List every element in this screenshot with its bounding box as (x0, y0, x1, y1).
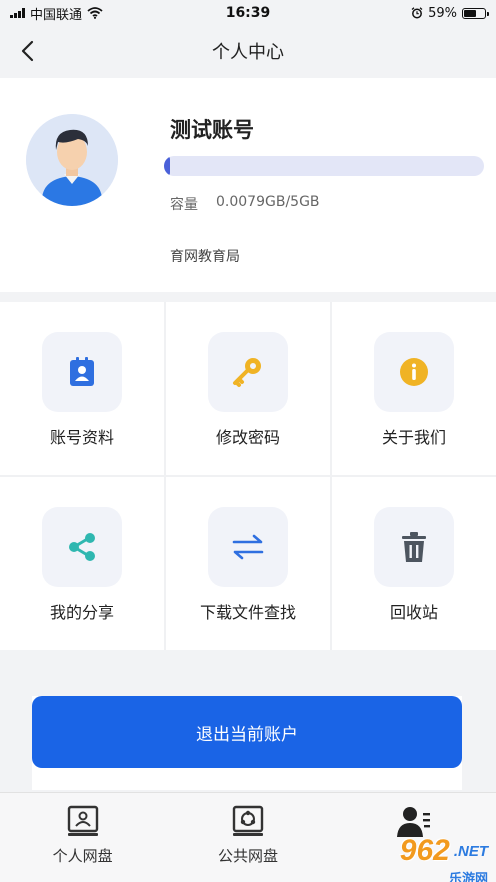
grid-item-label: 关于我们 (381, 428, 446, 447)
account-name: 测试账号 (170, 118, 254, 142)
logout-button[interactable]: 退出当前账户 (32, 696, 462, 768)
avatar[interactable] (26, 114, 118, 206)
icon-tile (208, 332, 288, 412)
nav-bar: 个人中心 (0, 26, 496, 76)
contact-card-icon (70, 357, 94, 386)
storage-progress-bar (164, 156, 484, 176)
watermark-suffix: .NET (453, 842, 488, 860)
grid-item-label: 我的分享 (49, 603, 114, 622)
capacity-row: 容量 0.0079GB/5GB (170, 194, 320, 214)
feature-grid: 账号资料 修改密码 关于我们 我的分享 下载文件查找 回收站 (0, 302, 496, 650)
account-info-button[interactable]: 账号资料 (0, 302, 164, 475)
watermark-logo: 962 .NET 乐游网 (399, 834, 488, 882)
public-drive-icon (232, 805, 264, 836)
trash-icon (402, 532, 426, 562)
storage-progress-fill (164, 156, 170, 176)
grid-item-label: 下载文件查找 (199, 603, 296, 622)
tab-label: 个人网盘 (52, 847, 113, 865)
tab-label: 公共网盘 (217, 847, 278, 865)
transfer-arrows-icon (232, 534, 264, 560)
icon-tile (374, 332, 454, 412)
share-icon (69, 533, 95, 561)
organization-name: 育网教育局 (170, 249, 240, 265)
alarm-icon (411, 7, 423, 19)
change-password-button[interactable]: 修改密码 (166, 302, 330, 475)
signal-icon (10, 8, 25, 18)
icon-tile (42, 332, 122, 412)
icon-tile (42, 507, 122, 587)
icon-tile (374, 507, 454, 587)
status-bar-right: 59% (411, 5, 489, 21)
my-shares-button[interactable]: 我的分享 (0, 477, 164, 650)
icon-tile (208, 507, 288, 587)
page-title: 个人中心 (212, 42, 284, 63)
status-bar-left: 中国联通 (10, 4, 103, 23)
tab-public-drive[interactable]: 公共网盘 (165, 793, 330, 882)
personal-drive-icon (67, 805, 98, 836)
tab-personal-drive[interactable]: 个人网盘 (0, 793, 165, 882)
capacity-value: 0.0079GB/5GB (216, 194, 320, 210)
recycle-bin-button[interactable]: 回收站 (332, 477, 496, 650)
download-search-button[interactable]: 下载文件查找 (166, 477, 330, 650)
watermark-main: 962 (399, 834, 450, 867)
grid-item-label: 回收站 (389, 603, 438, 622)
status-bar: 中国联通 16:39 59% (0, 0, 496, 26)
capacity-label: 容量 (170, 197, 198, 213)
back-button[interactable] (12, 36, 42, 66)
grid-item-label: 修改密码 (215, 428, 280, 447)
watermark-sub: 乐游网 (448, 871, 488, 882)
info-icon (400, 358, 428, 386)
carrier-name: 中国联通 (30, 7, 83, 23)
user-avatar-icon (26, 114, 118, 206)
chevron-left-icon (21, 40, 34, 62)
about-us-button[interactable]: 关于我们 (332, 302, 496, 475)
logout-section: 退出当前账户 (32, 696, 462, 790)
battery-icon (462, 7, 489, 19)
grid-item-label: 账号资料 (49, 428, 114, 447)
battery-percent: 59% (428, 5, 457, 21)
key-icon (233, 358, 261, 387)
profile-card: 测试账号 容量 0.0079GB/5GB 育网教育局 (0, 78, 496, 292)
wifi-icon (87, 7, 103, 19)
